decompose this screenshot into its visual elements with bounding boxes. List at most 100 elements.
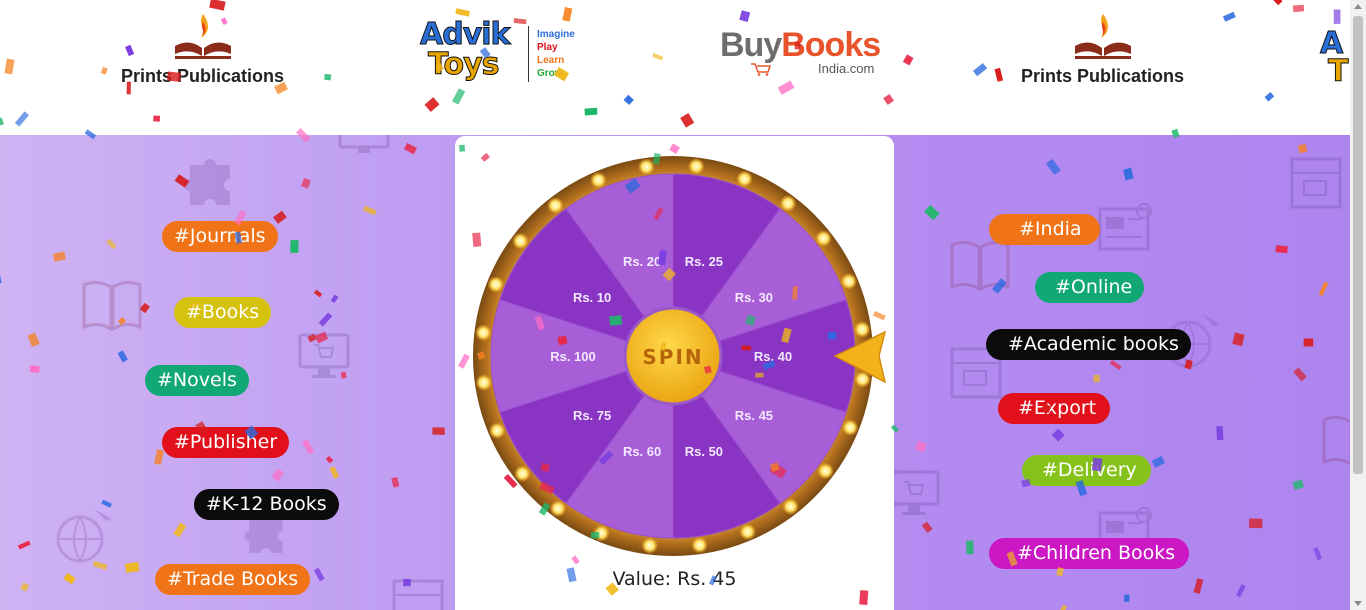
- wheel-segment-label: Rs. 20: [623, 254, 661, 269]
- wheel-segment-label: Rs. 25: [685, 254, 723, 269]
- puzzle-icon: [184, 159, 230, 205]
- prints-publications-name: Prints Publications: [1020, 66, 1185, 86]
- rim-bulb: [489, 422, 506, 439]
- book-flame-icon: [174, 14, 231, 59]
- book-flame-icon: [1074, 14, 1131, 59]
- tag-label: #Online: [1055, 276, 1133, 298]
- advik-divider: [528, 26, 529, 82]
- monitor-cart-icon: [888, 470, 940, 515]
- rim-bulb: [590, 172, 607, 189]
- toys-word: Toys: [428, 47, 501, 82]
- tag-journals[interactable]: #Journals: [162, 221, 278, 252]
- wheel-segment-label: Rs. 40: [754, 349, 792, 364]
- buy-word: Buy: [720, 26, 782, 64]
- rim-bulb: [638, 158, 655, 175]
- rim-bulb: [641, 537, 658, 554]
- buybooksindia-logo[interactable]: BuyBooks India.com: [720, 28, 890, 76]
- prints-publications-logo[interactable]: Prints Publications: [105, 10, 300, 87]
- rim-bulb: [840, 273, 857, 290]
- books-word: Books: [781, 26, 881, 64]
- rim-bulb: [514, 465, 531, 482]
- rim-bulb: [779, 195, 796, 212]
- wheel-segment-label: Rs. 45: [735, 408, 773, 423]
- rim-bulb: [854, 321, 871, 338]
- tag-label: #Journals: [174, 225, 266, 247]
- tag-label: #India: [1019, 218, 1082, 240]
- rim-bulb: [550, 500, 567, 517]
- rim-bulb: [817, 462, 834, 479]
- advik-toys-mark-icon: A T: [1320, 26, 1350, 86]
- scroll-up-arrow-icon[interactable]: [1354, 4, 1362, 9]
- rim-bulb: [547, 197, 564, 214]
- svg-text:T: T: [1328, 54, 1349, 85]
- tag-trade-books[interactable]: #Trade Books: [155, 564, 311, 595]
- book-icon: [82, 280, 142, 332]
- prints-publications-name: Prints Publications: [120, 66, 285, 86]
- rim-bulb: [475, 374, 492, 391]
- partner-logo-strip: Prints Publications Advik Toys Imagine P…: [0, 0, 1350, 135]
- rim-bulb: [512, 233, 529, 250]
- advik-taglines: Imagine Play Learn Grow: [537, 28, 575, 80]
- tag-export[interactable]: #Export: [998, 393, 1111, 424]
- wheel-segment-label: Rs. 10: [573, 290, 611, 305]
- prints-publications-logo-repeat[interactable]: Prints Publications: [1005, 10, 1200, 87]
- tag-publisher[interactable]: #Publisher: [162, 427, 290, 458]
- wheel-segment-label: Rs. 30: [735, 290, 773, 305]
- advik-toys-logo[interactable]: Advik Toys Imagine Play Learn Grow: [420, 17, 590, 90]
- spin-wheel-card: Rs. 25 Rs. 30 Rs. 40 Rs. 45 Rs. 50 Rs. 60 Rs. …: [455, 136, 894, 610]
- rim-bulb: [782, 498, 799, 515]
- calendar-grid-icon: [392, 579, 444, 610]
- rim-bulb: [842, 419, 859, 436]
- tag-children-books[interactable]: #Children Books: [989, 538, 1190, 569]
- rim-bulb: [691, 537, 708, 554]
- globe-plane-icon: [56, 509, 112, 564]
- rim-bulb: [487, 276, 504, 293]
- tag-label: #Academic books: [1008, 333, 1179, 355]
- tag-label: #Export: [1018, 397, 1097, 419]
- monitor-icon: [338, 135, 390, 153]
- tag-label: #Novels: [157, 369, 237, 391]
- tag-online[interactable]: #Online: [1035, 272, 1145, 303]
- tag-novels[interactable]: #Novels: [145, 365, 249, 396]
- tag-delivery[interactable]: #Delivery: [1022, 455, 1151, 486]
- prize-value-readout: Value: Rs. 45: [612, 568, 737, 590]
- advik-word: Advik: [420, 17, 511, 52]
- rim-bulb: [815, 230, 832, 247]
- tag-label: #Children Books: [1017, 542, 1176, 564]
- wheel-segment-label: Rs. 60: [623, 444, 661, 459]
- rim-bulb: [736, 170, 753, 187]
- vertical-scrollbar[interactable]: [1350, 0, 1366, 610]
- wheel-segment-label: Rs. 50: [685, 444, 723, 459]
- advik-toys-logo-partial[interactable]: A T: [1318, 25, 1350, 86]
- cart-icon: [751, 63, 772, 76]
- calendar-grid-icon: [1290, 157, 1342, 209]
- monitor-cart-icon: [298, 333, 350, 378]
- tag-academic-books[interactable]: #Academic books: [986, 329, 1191, 360]
- advik-toys-wordmark: Advik Toys: [420, 17, 520, 82]
- wheel-segment-label: Rs. 100: [550, 349, 596, 364]
- tag-label: #Delivery: [1042, 459, 1137, 481]
- tagline-learn: Learn: [537, 55, 565, 66]
- tag-k12-books[interactable]: #K-12 Books: [194, 489, 339, 520]
- book-icon: [1322, 415, 1350, 466]
- tag-books[interactable]: #Books: [174, 297, 272, 328]
- tag-label: #K-12 Books: [206, 493, 327, 515]
- rim-bulb: [739, 523, 756, 540]
- buybooks-wordmark: BuyBooks: [720, 28, 890, 62]
- tagline-play: Play: [537, 42, 558, 53]
- india-com-suffix: India.com: [818, 61, 875, 76]
- prize-wheel[interactable]: Rs. 25 Rs. 30 Rs. 40 Rs. 45 Rs. 50 Rs. 60 Rs. …: [455, 136, 894, 566]
- tag-label: #Publisher: [174, 431, 278, 453]
- tag-label: #Trade Books: [167, 568, 299, 590]
- rim-bulb: [475, 324, 492, 341]
- tagline-imagine: Imagine: [537, 29, 575, 40]
- spin-label: SPIN: [642, 345, 703, 369]
- tagline-grow: Grow: [537, 68, 563, 79]
- scrollbar-thumb[interactable]: [1353, 16, 1363, 474]
- scroll-down-arrow-icon[interactable]: [1354, 601, 1362, 606]
- tag-label: #Books: [186, 301, 260, 323]
- tag-india[interactable]: #India: [989, 214, 1100, 245]
- rim-bulb: [688, 158, 705, 175]
- newspaper-icon: [1098, 203, 1152, 251]
- rim-bulb: [593, 525, 610, 542]
